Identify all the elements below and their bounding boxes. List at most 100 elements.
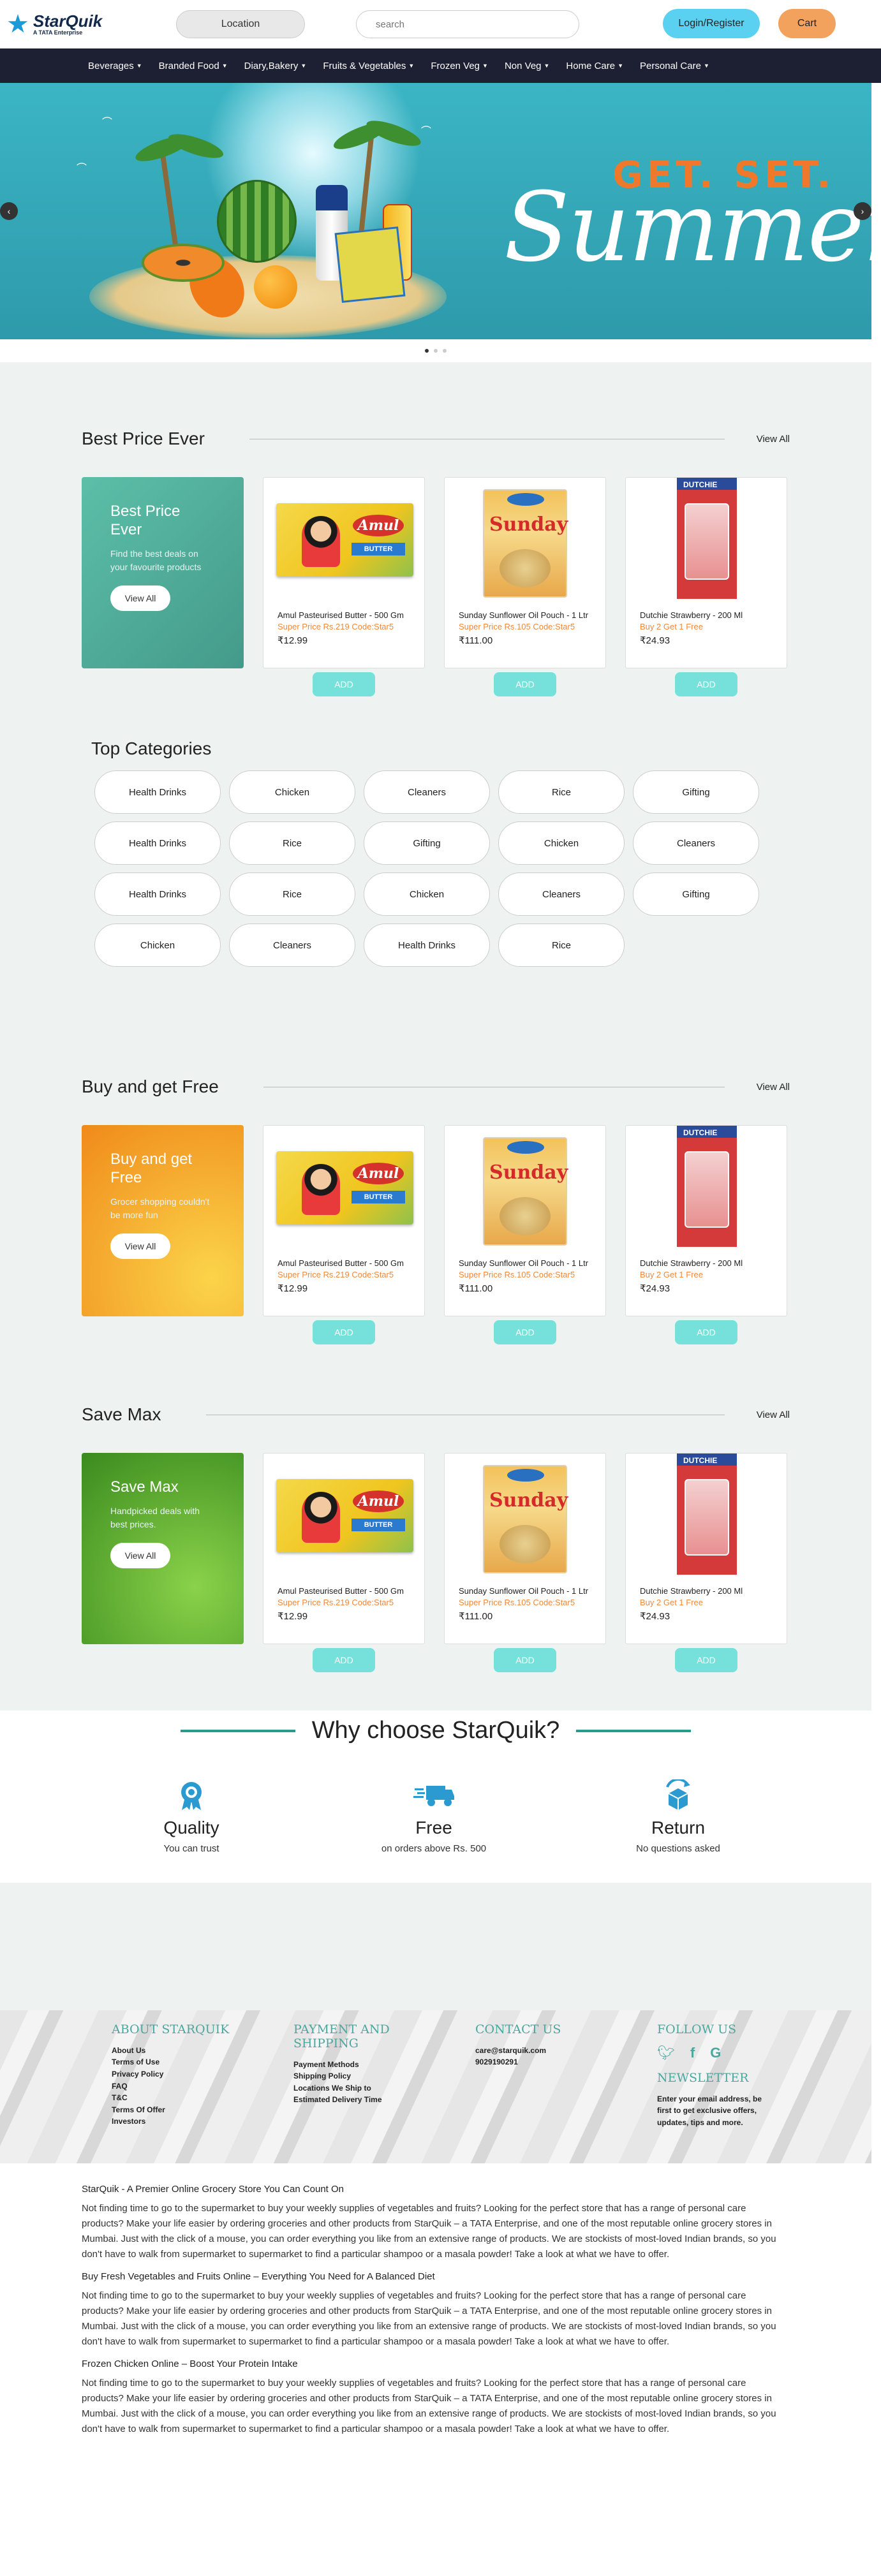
nav-item-branded-food[interactable]: Branded Food ▼ xyxy=(159,61,228,71)
category-pill[interactable]: Chicken xyxy=(364,872,490,916)
footer-heading: CONTACT US xyxy=(475,2022,561,2036)
amul-butter-pack: Amul BUTTER xyxy=(276,503,413,577)
footer-link[interactable]: T&C xyxy=(112,2092,258,2104)
footer-link[interactable]: Locations We Ship to xyxy=(293,2082,402,2094)
location-button[interactable]: Location xyxy=(176,10,305,38)
category-pill[interactable]: Health Drinks xyxy=(94,872,221,916)
category-pill[interactable]: Gifting xyxy=(633,770,759,814)
feature-subtitle: You can trust xyxy=(163,1843,219,1854)
product-card[interactable]: Sunday Sunday Sunflower Oil Pouch - 1 Lt… xyxy=(444,1453,606,1644)
seo-heading: Frozen Chicken Online – Boost Your Prote… xyxy=(82,2359,298,2369)
footer-link[interactable]: Shipping Policy xyxy=(293,2070,402,2082)
product-card[interactable]: Sunday Sunday Sunflower Oil Pouch - 1 Lt… xyxy=(444,477,606,668)
nav-item-personal-care[interactable]: Personal Care ▼ xyxy=(640,61,709,71)
sunday-food-art xyxy=(500,1525,551,1563)
add-to-cart-button[interactable]: ADD xyxy=(313,672,375,696)
nav-item-fruits-vegetables[interactable]: Fruits & Vegetables ▼ xyxy=(323,61,414,71)
category-pill[interactable]: Rice xyxy=(229,821,355,865)
carousel-dot[interactable] xyxy=(434,349,438,353)
category-pill[interactable]: Chicken xyxy=(498,821,625,865)
promo-view-all-button[interactable]: View All xyxy=(110,585,170,611)
seo-paragraph: Not finding time to go to the supermarke… xyxy=(82,2203,776,2260)
product-offer: Super Price Rs.105 Code:Star5 xyxy=(459,1270,575,1279)
nav-item-non-veg[interactable]: Non Veg ▼ xyxy=(505,61,549,71)
add-to-cart-button[interactable]: ADD xyxy=(494,672,556,696)
product-card[interactable]: Sunday Sunday Sunflower Oil Pouch - 1 Lt… xyxy=(444,1125,606,1316)
category-pill[interactable]: Chicken xyxy=(229,770,355,814)
amul-butter-label: BUTTER xyxy=(352,1519,405,1531)
product-card[interactable]: Amul BUTTER Amul Pasteurised Butter - 500… xyxy=(263,1453,425,1644)
category-pill[interactable]: Gifting xyxy=(364,821,490,865)
product-name: Sunday Sunflower Oil Pouch - 1 Ltr xyxy=(459,1586,589,1596)
carousel-dot[interactable] xyxy=(425,349,429,353)
product-card[interactable]: DUTCHIE Dutchie Strawberry - 200 Ml Buy … xyxy=(625,477,787,668)
add-to-cart-button[interactable]: ADD xyxy=(494,1320,556,1344)
nav-item-diary-bakery[interactable]: Diary,Bakery ▼ xyxy=(244,61,307,71)
starquik-logo[interactable]: ★ StarQuik A TATA Enterprise xyxy=(6,11,102,37)
add-to-cart-button[interactable]: ADD xyxy=(675,1320,737,1344)
google-icon[interactable]: G xyxy=(710,2045,721,2061)
product-image: DUTCHIE xyxy=(626,1454,787,1578)
category-pill[interactable]: Rice xyxy=(498,924,625,967)
add-to-cart-button[interactable]: ADD xyxy=(675,1648,737,1672)
product-card[interactable]: DUTCHIE Dutchie Strawberry - 200 Ml Buy … xyxy=(625,1125,787,1316)
search-input[interactable] xyxy=(356,10,579,38)
promo-view-all-button[interactable]: View All xyxy=(110,1542,170,1568)
category-pill[interactable]: Rice xyxy=(229,872,355,916)
promo-view-all-button[interactable]: View All xyxy=(110,1233,170,1259)
product-card[interactable]: DUTCHIE Dutchie Strawberry - 200 Ml Buy … xyxy=(625,1453,787,1644)
nav-item-home-care[interactable]: Home Care ▼ xyxy=(566,61,623,71)
product-column: Sunday Sunday Sunflower Oil Pouch - 1 Lt… xyxy=(444,1453,606,1672)
add-to-cart-button[interactable]: ADD xyxy=(313,1648,375,1672)
contact-phone[interactable]: 9029190291 xyxy=(475,2056,622,2068)
product-offer: Buy 2 Get 1 Free xyxy=(640,622,703,631)
footer-link[interactable]: Terms of Use xyxy=(112,2056,258,2068)
category-pill[interactable]: Health Drinks xyxy=(94,770,221,814)
footer-link[interactable]: Terms Of Offer xyxy=(112,2104,258,2116)
product-price: ₹12.99 xyxy=(278,635,308,646)
promo-title: Buy and get Free xyxy=(110,1151,193,1186)
brand-name: StarQuik xyxy=(33,11,103,31)
view-all-link[interactable]: View All xyxy=(757,1409,790,1420)
add-to-cart-button[interactable]: ADD xyxy=(494,1648,556,1672)
banner-next-arrow-icon[interactable]: › xyxy=(854,202,871,220)
category-pill[interactable]: Gifting xyxy=(633,872,759,916)
view-all-link[interactable]: View All xyxy=(757,1082,790,1093)
add-to-cart-button[interactable]: ADD xyxy=(675,672,737,696)
twitter-icon[interactable]: 🐦︎ xyxy=(657,2045,675,2061)
facebook-icon[interactable]: f xyxy=(690,2045,695,2061)
product-name: Amul Pasteurised Butter - 500 Gm xyxy=(278,1258,404,1268)
add-to-cart-button[interactable]: ADD xyxy=(313,1320,375,1344)
product-card[interactable]: Amul BUTTER Amul Pasteurised Butter - 500… xyxy=(263,1125,425,1316)
category-pill[interactable]: Cleaners xyxy=(364,770,490,814)
category-pill[interactable]: Health Drinks xyxy=(94,821,221,865)
view-all-link[interactable]: View All xyxy=(757,434,790,445)
footer-link[interactable]: Privacy Policy xyxy=(112,2068,258,2080)
product-image: Amul BUTTER xyxy=(263,1454,424,1578)
footer-link[interactable]: Payment Methods xyxy=(293,2059,402,2071)
footer-link[interactable]: Investors xyxy=(112,2116,258,2128)
dutchie-pack: DUTCHIE xyxy=(677,1126,737,1247)
category-pill[interactable]: Rice xyxy=(498,770,625,814)
footer-link[interactable]: Estimated Delivery Time xyxy=(293,2094,402,2106)
footer-link[interactable]: FAQ xyxy=(112,2080,258,2093)
summer-banner[interactable]: ⌒ ⌒ ⌒ GET. SET. Summer. ‹ › xyxy=(0,83,871,339)
category-pill[interactable]: Cleaners xyxy=(229,924,355,967)
carousel-dot[interactable] xyxy=(443,349,447,353)
product-card[interactable]: Amul BUTTER Amul Pasteurised Butter - 500… xyxy=(263,477,425,668)
category-pill[interactable]: Cleaners xyxy=(633,821,759,865)
cart-button[interactable]: Cart xyxy=(778,9,836,38)
bird-icon: ⌒ xyxy=(102,117,113,128)
nav-item-beverages[interactable]: Beverages ▼ xyxy=(88,61,142,71)
promo-title: Best Price Ever xyxy=(110,503,181,538)
banner-prev-arrow-icon[interactable]: ‹ xyxy=(0,202,18,220)
category-grid: Health Drinks Chicken Cleaners Rice Gifting H… xyxy=(0,770,797,967)
category-pill[interactable]: Health Drinks xyxy=(364,924,490,967)
footer-link[interactable]: About Us xyxy=(112,2045,258,2057)
nav-item-frozen-veg[interactable]: Frozen Veg ▼ xyxy=(431,61,488,71)
site-footer: ABOUT STARQUIK About Us Terms of Use Pri… xyxy=(0,2010,871,2163)
login-register-button[interactable]: Login/Register xyxy=(663,9,760,38)
contact-email[interactable]: care@starquik.com xyxy=(475,2045,622,2057)
category-pill[interactable]: Chicken xyxy=(94,924,221,967)
category-pill[interactable]: Cleaners xyxy=(498,872,625,916)
